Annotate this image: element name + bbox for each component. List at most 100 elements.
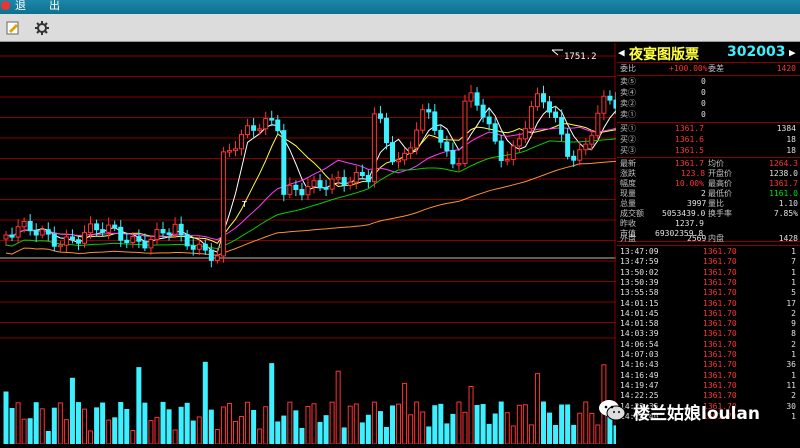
tick-time: 13:47:09: [620, 247, 659, 256]
volume-bar: [432, 405, 438, 445]
tick-volume: 36: [786, 360, 796, 370]
volume-bar: [269, 363, 275, 445]
candle-body: [607, 95, 613, 101]
candle-body: [444, 141, 450, 152]
tick-row: 14:16:43 1361.70 36: [617, 360, 800, 370]
candle-body: [474, 92, 480, 106]
volume-bar: [462, 411, 468, 445]
volume-bar: [293, 410, 299, 445]
menu-item-exit-2[interactable]: 出: [49, 0, 60, 12]
volume-bar: [583, 401, 589, 445]
volume-bar: [613, 425, 619, 445]
toolbar: [0, 14, 800, 42]
candle-body: [426, 109, 432, 113]
candle-body: [456, 162, 462, 166]
candlestick-chart[interactable]: 1751.2 T: [0, 43, 619, 445]
wechat-icon: [599, 400, 626, 421]
candle-body: [450, 150, 456, 165]
tick-volume: 1: [791, 350, 796, 359]
tick-price: 1361.70: [703, 319, 737, 329]
candle-body: [347, 181, 353, 186]
volume-bar: [15, 402, 21, 445]
stock-code: 302003: [727, 44, 786, 60]
volume-bar: [27, 418, 33, 445]
candle-body: [583, 143, 589, 151]
candle-body: [184, 234, 190, 247]
volume-bar: [498, 401, 504, 445]
tick-time: 13:50:02: [620, 267, 659, 277]
stat-row: 涨跌 123.8 开盘价 1238.0: [620, 169, 798, 178]
buy-row: 买② 1361.6 18: [620, 135, 796, 144]
candle-body: [202, 243, 208, 251]
prev-stock-icon[interactable]: ◀: [618, 46, 625, 59]
volume-bar: [257, 428, 263, 445]
sell-row: 卖② 0: [620, 99, 706, 108]
volume-bar: [75, 402, 81, 445]
candle-body: [432, 111, 438, 131]
volume-bar: [88, 430, 94, 445]
candle-body: [341, 177, 347, 186]
edit-icon[interactable]: [6, 21, 20, 35]
candle-body: [88, 223, 94, 234]
candle-body: [293, 184, 299, 190]
tick-time: 13:50:39: [620, 277, 659, 287]
next-stock-icon[interactable]: ▶: [789, 46, 796, 59]
volume-bar: [142, 402, 148, 445]
candle-body: [178, 223, 184, 236]
tick-price: 1361.70: [703, 267, 737, 277]
volume-bar: [420, 411, 426, 445]
gear-icon[interactable]: [35, 21, 49, 35]
volume-bar: [341, 427, 347, 445]
candle-body: [390, 142, 396, 163]
candle-body: [21, 220, 27, 228]
stat-row: 最新 1361.7 均价 1264.3: [620, 159, 798, 168]
volume-bar: [208, 409, 214, 445]
tick-price: 1361.70: [703, 298, 737, 308]
candle-body: [559, 116, 565, 135]
volume-bar: [528, 424, 534, 445]
candle-body: [377, 113, 383, 119]
tick-volume: 7: [791, 257, 796, 267]
volume-bar: [106, 419, 112, 445]
candle-body: [275, 119, 281, 132]
volume-bar: [263, 406, 269, 445]
candle-body: [486, 116, 492, 125]
quote-panel: ◀ 夜宴图版票 302003 ▶ 委比 +100.00% 委差 1420 卖⑤ …: [617, 43, 800, 444]
volume-bar: [510, 425, 516, 445]
tick-time: 13:55:58: [620, 288, 659, 298]
tick-time: 13:47:59: [620, 257, 659, 267]
volume-bar: [474, 404, 480, 445]
volume-bars: [3, 361, 619, 445]
candle-body: [57, 244, 63, 248]
volume-bar: [547, 412, 553, 445]
tick-row: 14:01:45 1361.70 2: [617, 309, 800, 319]
volume-bar: [317, 421, 323, 445]
tick-price: 1361.70: [703, 288, 737, 298]
candle-body: [613, 99, 619, 109]
tick-row: 14:03:39 1361.70 8: [617, 329, 800, 339]
volume-bar: [323, 415, 329, 445]
sell-row: 卖④ 0: [620, 88, 706, 97]
tick-volume: 11: [786, 380, 796, 390]
tick-volume: 8: [791, 329, 796, 339]
volume-bar: [589, 412, 595, 445]
tick-price: 1361.70: [703, 339, 737, 349]
volume-bar: [33, 402, 39, 445]
volume-bar: [335, 370, 341, 445]
volume-bar: [220, 406, 226, 445]
candle-body: [595, 112, 601, 137]
volume-bar: [540, 401, 546, 445]
volume-bar: [522, 404, 528, 445]
menu-item-exit-1[interactable]: 退: [15, 0, 26, 12]
candle-body: [100, 229, 106, 233]
ma-line: [5, 126, 617, 241]
volume-bar: [553, 424, 559, 445]
candle-body: [33, 230, 39, 236]
tick-time: 14:07:03: [620, 350, 659, 359]
stock-name: 夜宴图版票: [629, 47, 699, 63]
volume-bar: [347, 405, 353, 445]
candle-body: [196, 243, 202, 250]
volume-bar: [232, 421, 238, 445]
stat-row: 总量 3997 量比 1.10: [620, 199, 798, 208]
outin-row: 外盘 2569 内盘 1428: [620, 234, 798, 243]
